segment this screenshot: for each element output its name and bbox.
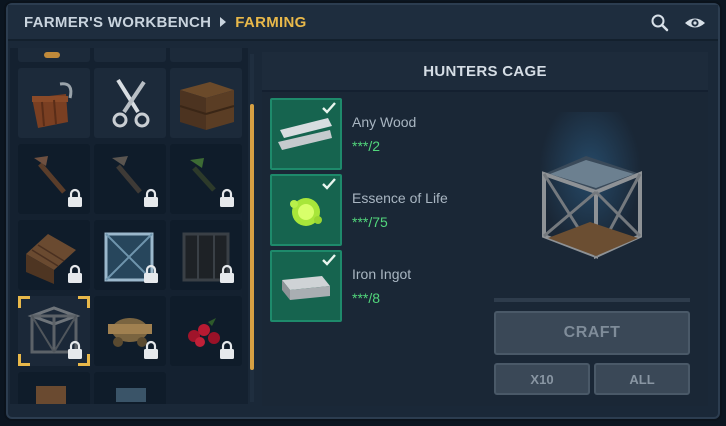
recipe-slot-partial[interactable] bbox=[94, 48, 166, 62]
selection-corner bbox=[18, 296, 30, 308]
recipe-slot-wooden-hoe[interactable] bbox=[18, 144, 90, 214]
recipe-slot-partial[interactable] bbox=[18, 372, 90, 404]
check-icon bbox=[322, 254, 336, 266]
selection-corner bbox=[78, 296, 90, 308]
lock-icon bbox=[220, 188, 234, 207]
craft-button[interactable]: CRAFT bbox=[494, 311, 690, 355]
item-icon bbox=[116, 388, 146, 402]
recipe-slot-wooden-crate[interactable] bbox=[170, 68, 242, 138]
eye-icon[interactable] bbox=[684, 13, 705, 33]
lock-icon bbox=[220, 340, 234, 359]
recipe-grid bbox=[10, 48, 248, 404]
item-icon bbox=[36, 386, 66, 404]
header-actions bbox=[650, 13, 705, 33]
recipe-slot-green-hoe[interactable] bbox=[170, 144, 242, 214]
recipe-slot-wooden-kennel[interactable] bbox=[18, 220, 90, 290]
selection-corner bbox=[18, 354, 30, 366]
recipe-slot-dark-cage[interactable] bbox=[170, 220, 242, 290]
recipe-slot-partial[interactable] bbox=[170, 48, 242, 62]
recipe-slot-brass-contraption[interactable] bbox=[94, 296, 166, 366]
item-icon bbox=[44, 52, 60, 58]
recipe-slot-red-berries[interactable] bbox=[170, 296, 242, 366]
breadcrumb-root[interactable]: FARMER'S WORKBENCH bbox=[24, 14, 211, 31]
recipe-slot-stone-hoe[interactable] bbox=[94, 144, 166, 214]
recipe-slot-blue-cage[interactable] bbox=[94, 220, 166, 290]
wooden-bucket-icon bbox=[32, 82, 73, 128]
header-bar: FARMER'S WORKBENCH FARMING bbox=[8, 5, 718, 41]
ingredient-name: Any Wood bbox=[352, 114, 417, 130]
shears-icon bbox=[112, 78, 150, 128]
recipe-slot-wooden-bucket[interactable] bbox=[18, 68, 90, 138]
ingredient-count: ***/75 bbox=[352, 214, 388, 230]
lock-icon bbox=[68, 264, 82, 283]
search-icon[interactable] bbox=[650, 13, 670, 33]
grid-scrollbar-thumb[interactable] bbox=[250, 104, 254, 370]
breadcrumb-active: FARMING bbox=[235, 13, 307, 31]
recipe-detail-panel: HUNTERS CAGE Any Wood ***/2 Essence of L… bbox=[262, 52, 708, 406]
recipe-slot-partial[interactable] bbox=[94, 372, 166, 404]
lock-icon bbox=[68, 188, 82, 207]
recipe-slot-shears[interactable] bbox=[94, 68, 166, 138]
wooden-crate-icon bbox=[179, 82, 235, 130]
hunters-cage-preview-icon bbox=[542, 156, 642, 260]
ingredient-count: ***/2 bbox=[352, 138, 381, 154]
craft-progress-bar bbox=[494, 298, 690, 302]
craft-x10-button[interactable]: X10 bbox=[494, 363, 590, 395]
check-icon bbox=[322, 178, 336, 190]
recipe-title: HUNTERS CAGE bbox=[262, 52, 708, 92]
recipe-slot-hunters-cage[interactable] bbox=[18, 296, 90, 366]
recipe-slot-partial[interactable] bbox=[18, 48, 90, 62]
lock-icon bbox=[144, 340, 158, 359]
craft-all-button[interactable]: ALL bbox=[594, 363, 690, 395]
ingredient-slot-essence-of-life[interactable] bbox=[270, 174, 342, 246]
lock-icon bbox=[220, 264, 234, 283]
breadcrumb-arrow-icon bbox=[220, 17, 227, 27]
ingredient-slot-any-wood[interactable] bbox=[270, 98, 342, 170]
lock-icon bbox=[68, 340, 82, 359]
ingredient-name: Essence of Life bbox=[352, 190, 448, 206]
ingredient-count: ***/8 bbox=[352, 290, 381, 306]
lock-icon bbox=[144, 188, 158, 207]
lock-icon bbox=[144, 264, 158, 283]
ingredient-name: Iron Ingot bbox=[352, 266, 412, 282]
ingredient-slot-iron-ingot[interactable] bbox=[270, 250, 342, 322]
check-icon bbox=[322, 102, 336, 114]
